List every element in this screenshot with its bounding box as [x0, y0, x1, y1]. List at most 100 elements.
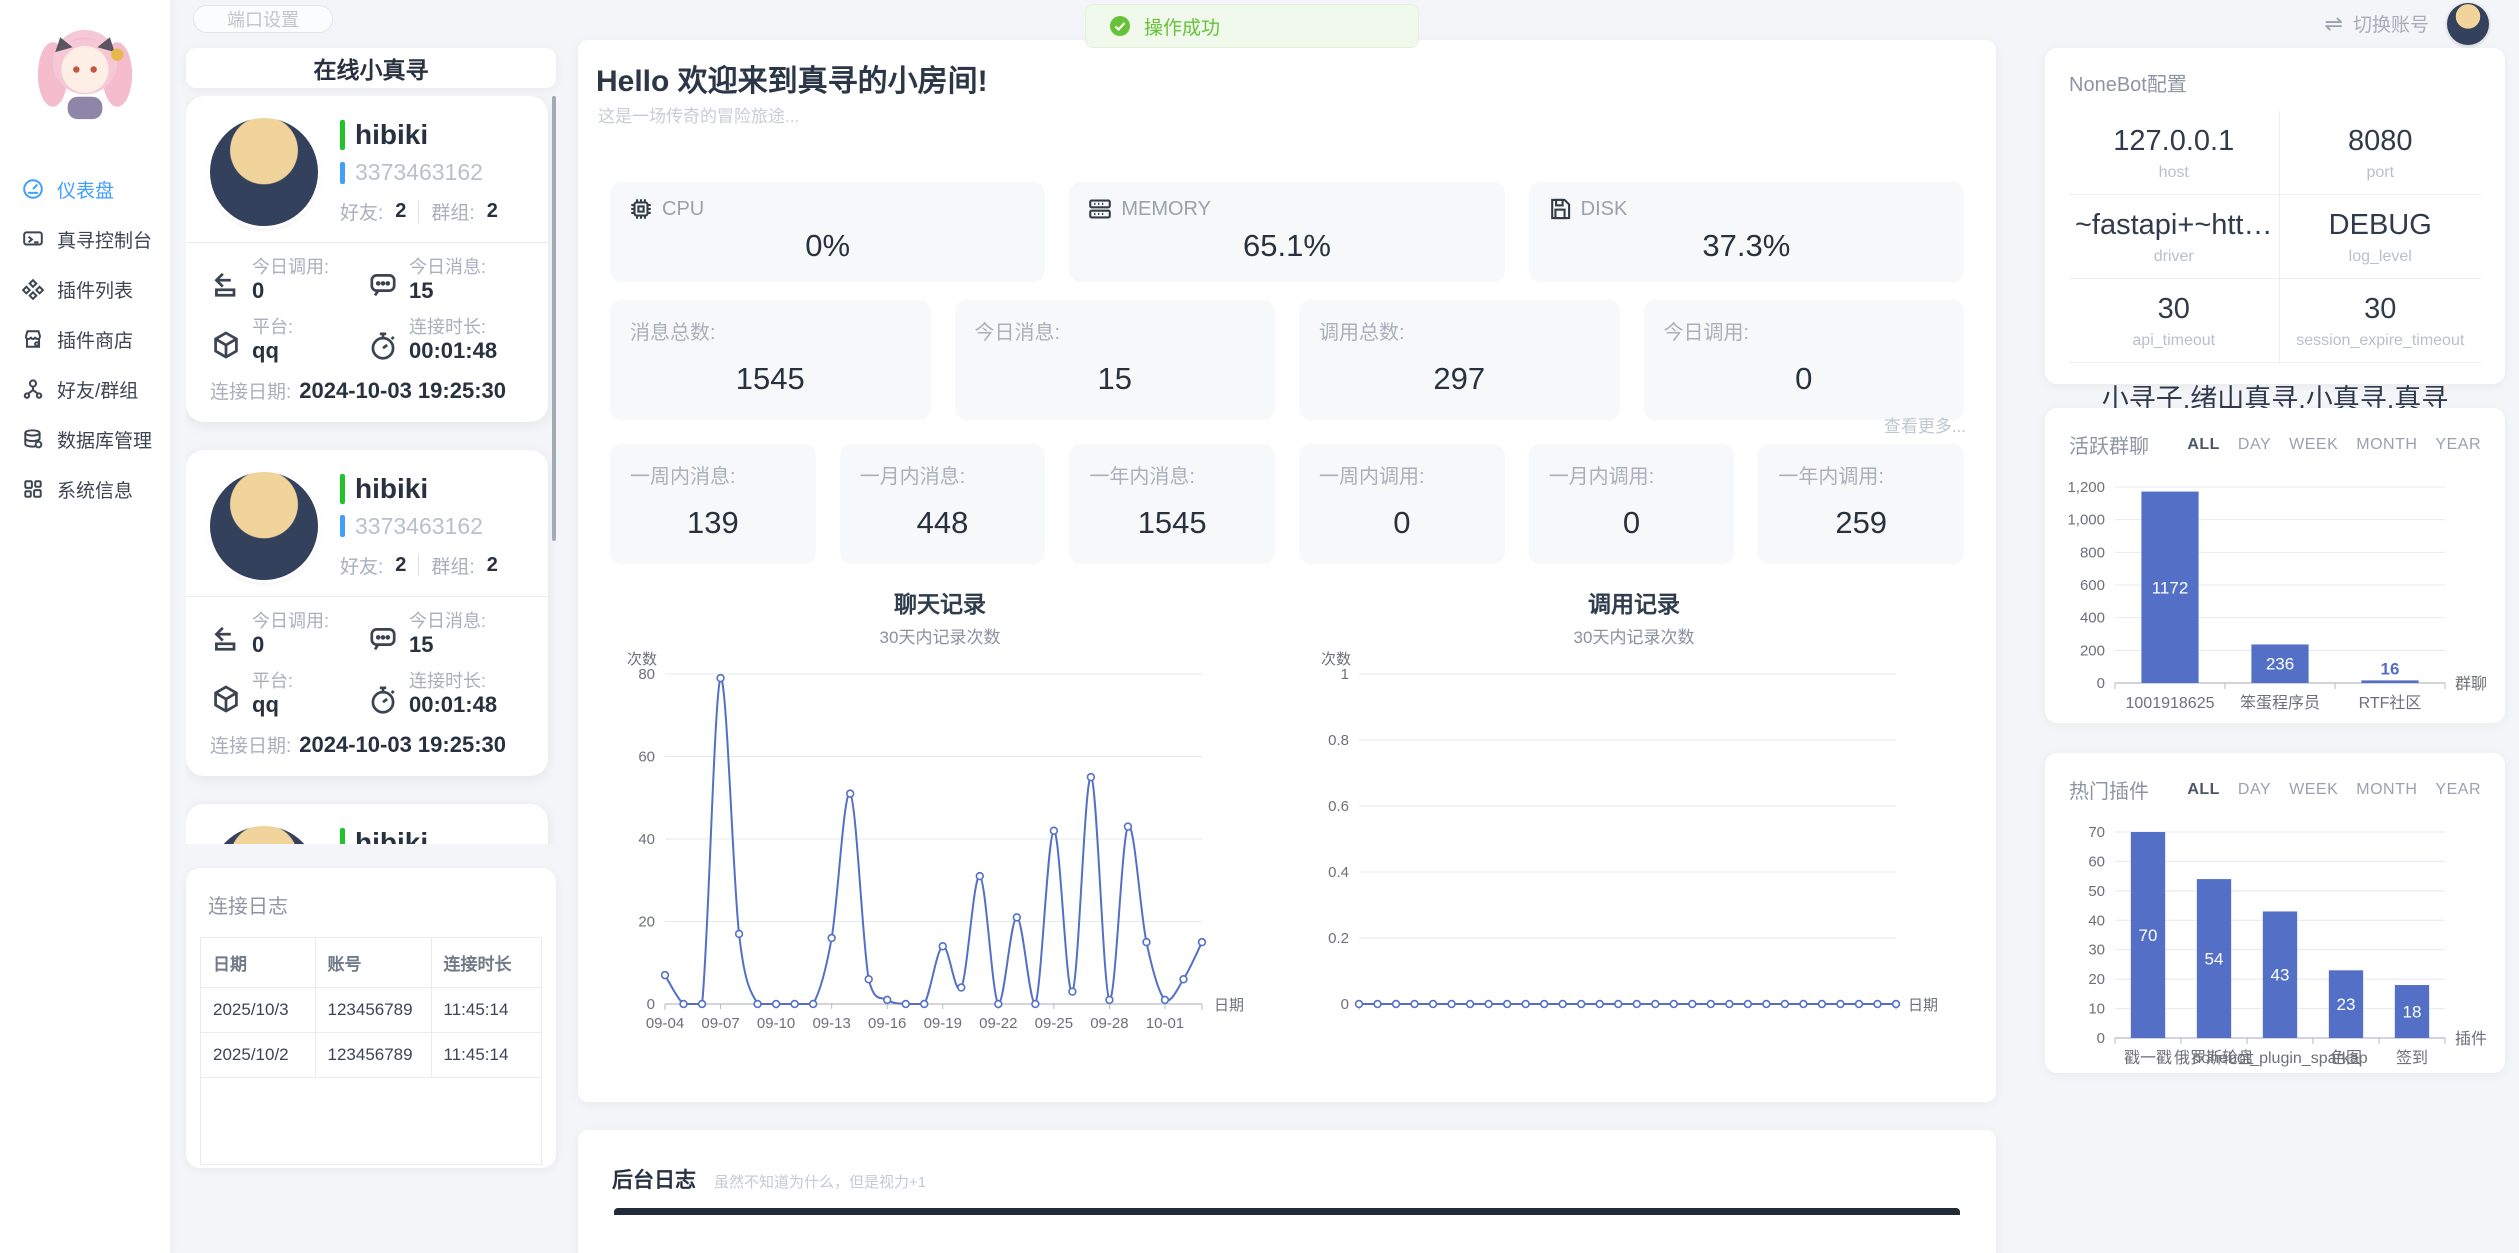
- system-stats-row: CPU 0% MEMORY 65.1% DISK 37.3%: [610, 182, 1964, 282]
- sidebar-item-friends-groups[interactable]: 好友/群组: [0, 364, 170, 414]
- svg-text:0.8: 0.8: [1328, 732, 1349, 749]
- log-duration: 11:45:14: [431, 1033, 541, 1078]
- svg-text:400: 400: [2080, 610, 2105, 627]
- config-label: log_level: [2286, 248, 2476, 266]
- memory-card: MEMORY 65.1%: [1069, 182, 1504, 282]
- groups-label: 群组:: [431, 198, 474, 225]
- tab-all[interactable]: ALL: [2187, 436, 2220, 454]
- svg-text:200: 200: [2080, 642, 2105, 659]
- active-groups-chart: 02004006008001,0001,20010019186251172笨蛋程…: [2053, 473, 2493, 723]
- divider: [418, 554, 419, 576]
- app-logo: [23, 10, 147, 134]
- friends-groups-icon: [22, 378, 44, 400]
- bot-card[interactable]: hibiki 3373463162 好友:2 群组:2 今日调用:0 今日消息:…: [186, 96, 548, 422]
- page-subtitle: 这是一场传奇的冒险旅途...: [598, 102, 799, 127]
- stat-value: 139: [630, 505, 796, 541]
- platform-value: qq: [252, 692, 293, 717]
- sidebar-item-console[interactable]: 真寻控制台: [0, 214, 170, 264]
- stat-card-month-messages: 一月内消息:448: [840, 444, 1046, 564]
- disk-card: DISK 37.3%: [1529, 182, 1964, 282]
- memory-label: MEMORY: [1121, 198, 1211, 221]
- online-indicator-bar: [340, 828, 345, 844]
- active-groups-card: 活跃群聊 ALL DAY WEEK MONTH YEAR 02004006008…: [2045, 408, 2505, 723]
- tab-day[interactable]: DAY: [2238, 436, 2271, 454]
- disk-label: DISK: [1581, 198, 1628, 221]
- bot-name: hibiki: [355, 473, 428, 505]
- success-toast: 操作成功: [1085, 4, 1419, 48]
- scrollbar-thumb[interactable]: [552, 96, 556, 541]
- tab-week[interactable]: WEEK: [2289, 436, 2338, 454]
- config-label: api_timeout: [2075, 332, 2273, 350]
- chart-title: 聊天记录: [610, 585, 1270, 619]
- duration-label: 连接时长:: [409, 317, 497, 338]
- today-calls-label: 今日调用:: [252, 257, 329, 278]
- stat-card-week-calls: 一周内调用:0: [1299, 444, 1505, 564]
- stat-label: 一周内消息:: [630, 460, 796, 489]
- console-icon: [22, 228, 44, 250]
- view-more-link[interactable]: 查看更多...: [1884, 412, 1966, 437]
- duration-value: 00:01:48: [409, 692, 497, 717]
- tab-year[interactable]: YEAR: [2435, 781, 2481, 799]
- tab-week[interactable]: WEEK: [2289, 781, 2338, 799]
- bot-avatar: [210, 826, 318, 844]
- bot-avatar: [210, 472, 318, 580]
- tab-month[interactable]: MONTH: [2356, 436, 2417, 454]
- tab-month[interactable]: MONTH: [2356, 781, 2417, 799]
- svg-text:09-19: 09-19: [924, 1015, 962, 1032]
- sidebar-item-plugin-list[interactable]: 插件列表: [0, 264, 170, 314]
- svg-text:1: 1: [1341, 666, 1349, 683]
- stat-card-month-calls: 一月内调用:0: [1529, 444, 1735, 564]
- stats-row-periods: 一周内消息:139 一月内消息:448 一年内消息:1545 一周内调用:0 一…: [610, 444, 1964, 564]
- plugin-list-icon: [22, 278, 44, 300]
- stat-value: 448: [860, 505, 1026, 541]
- port-settings-button[interactable]: 端口设置: [193, 5, 333, 33]
- svg-text:09-10: 09-10: [757, 1015, 795, 1032]
- sidebar-item-plugin-store[interactable]: 插件商店: [0, 314, 170, 364]
- svg-text:09-13: 09-13: [812, 1015, 850, 1032]
- bot-card[interactable]: hibiki 3373463162 好友:2 群组:2 今日调用:0 今日消息:…: [186, 450, 548, 776]
- friends-count: 2: [395, 200, 406, 223]
- config-cell-session-expire: 30session_expire_timeout: [2280, 279, 2482, 363]
- bot-name: hibiki: [355, 119, 428, 151]
- online-indicator-bar: [340, 120, 345, 150]
- log-duration: 11:45:14: [431, 988, 541, 1033]
- sidebar-item-label: 插件列表: [57, 276, 133, 303]
- stat-label: 一年内消息:: [1089, 460, 1255, 489]
- nonebot-config-card: NoneBot配置 127.0.0.1host 8080port ~fastap…: [2045, 48, 2505, 384]
- stat-label: 一月内调用:: [1549, 460, 1715, 489]
- today-messages-value: 15: [409, 278, 486, 303]
- svg-text:50: 50: [2088, 883, 2105, 900]
- tab-day[interactable]: DAY: [2238, 781, 2271, 799]
- call-records-chart: 00.20.40.60.81次数日期: [1304, 648, 1964, 1048]
- charts-row: 聊天记录 30天内记录次数 020406080次数09-0409-0709-10…: [610, 585, 1964, 1053]
- sidebar-item-system-info[interactable]: 系统信息: [0, 464, 170, 514]
- user-avatar[interactable]: [2447, 3, 2489, 45]
- sidebar-item-label: 系统信息: [57, 476, 133, 503]
- call-records-chart-block: 调用记录 30天内记录次数 00.20.40.60.81次数日期: [1304, 585, 1964, 1053]
- chart-title: 调用记录: [1304, 585, 1964, 619]
- svg-text:0: 0: [1341, 996, 1349, 1013]
- config-value: DEBUG: [2286, 209, 2476, 242]
- sidebar-item-dashboard[interactable]: 仪表盘: [0, 164, 170, 214]
- svg-text:20: 20: [638, 914, 655, 931]
- svg-text:日期: 日期: [1908, 997, 1938, 1014]
- dashboard-page: 仪表盘 真寻控制台 插件列表 插件商店 好友/群组 数据库管理 系统信息 端口设…: [0, 0, 2519, 1253]
- tab-year[interactable]: YEAR: [2435, 436, 2481, 454]
- divider: [418, 201, 419, 223]
- connect-date-value: 2024-10-03 19:25:30: [299, 732, 506, 757]
- config-cell-log-level: DEBUG log_level: [2280, 195, 2482, 279]
- svg-text:1172: 1172: [2152, 578, 2189, 597]
- bot-card[interactable]: hibiki 3373463162 好友:2 群组:2: [186, 804, 548, 844]
- svg-text:次数: 次数: [1321, 651, 1351, 668]
- tab-all[interactable]: ALL: [2187, 781, 2220, 799]
- today-messages-label: 今日消息:: [409, 257, 486, 278]
- svg-text:236: 236: [2266, 655, 2294, 674]
- memory-icon: [1087, 196, 1113, 222]
- column-header: 日期: [201, 938, 315, 988]
- sidebar-item-database[interactable]: 数据库管理: [0, 414, 170, 464]
- switch-account-icon: ⇌: [2325, 11, 2343, 37]
- switch-account-button[interactable]: ⇌ 切换账号: [2325, 10, 2429, 37]
- sidebar: 仪表盘 真寻控制台 插件列表 插件商店 好友/群组 数据库管理 系统信息: [0, 0, 170, 1253]
- hot-plugins-chart: 010203040506070戳一戳70俄罗斯轮盘54nonebot_plugi…: [2053, 818, 2493, 1078]
- stat-value: 15: [975, 361, 1256, 397]
